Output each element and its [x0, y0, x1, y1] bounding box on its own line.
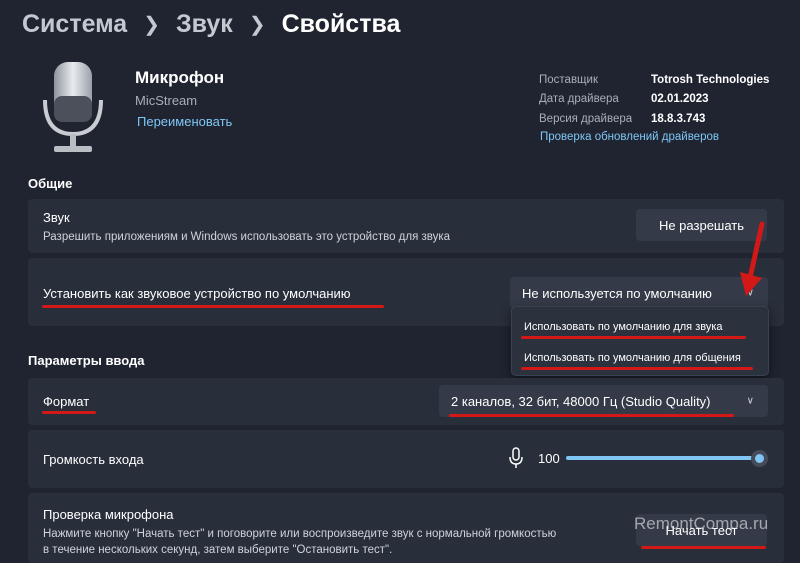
watermark: RemontCompa.ru: [634, 514, 769, 533]
annotation-underline: [641, 546, 766, 549]
mic-test-desc-line1: Нажмите кнопку "Начать тест" и поговорит…: [43, 528, 557, 540]
default-device-dropdown[interactable]: Не используется по умолчанию ∨: [510, 277, 768, 309]
volume-slider-thumb[interactable]: [751, 450, 768, 467]
volume-slider-track[interactable]: [566, 456, 762, 460]
default-device-title: Установить как звуковое устройство по ум…: [43, 286, 351, 301]
device-stream: MicStream: [135, 93, 198, 108]
format-selected: 2 каналов, 32 бит, 48000 Гц (Studio Qual…: [451, 393, 711, 409]
input-section-title: Параметры ввода: [28, 353, 145, 368]
microphone-icon: [43, 62, 103, 152]
format-dropdown[interactable]: 2 каналов, 32 бит, 48000 Гц (Studio Qual…: [439, 385, 768, 417]
breadcrumb-sound[interactable]: Звук: [176, 10, 233, 39]
breadcrumb: Система ❯ Звук ❯ Свойства: [22, 10, 400, 39]
sound-title: Звук: [43, 210, 70, 225]
vendor-label: Поставщик: [539, 73, 598, 86]
default-device-menu: Использовать по умолчанию для звука Испо…: [511, 306, 769, 376]
chevron-right-icon: ❯: [248, 14, 266, 36]
volume-value: 100: [538, 451, 560, 466]
sound-desc: Разрешить приложениям и Windows использо…: [43, 231, 451, 243]
driver-version-label: Версия драйвера: [539, 112, 633, 125]
annotation-underline: [449, 414, 734, 417]
driver-version-value: 18.8.3.743: [651, 112, 706, 125]
volume-title: Громкость входа: [43, 452, 144, 467]
annotation-underline: [521, 367, 753, 370]
sound-card: Звук Разрешить приложениям и Windows исп…: [28, 199, 784, 253]
driver-info: Поставщик Totrosh Technologies Дата драйв…: [539, 70, 769, 143]
annotation-arrow-icon: [740, 221, 765, 296]
driver-date-label: Дата драйвера: [539, 93, 619, 106]
menu-item-default-sound[interactable]: Использовать по умолчанию для звука: [524, 321, 723, 333]
chevron-down-icon: ∨: [746, 395, 754, 407]
general-section-title: Общие: [28, 176, 73, 191]
driver-update-link[interactable]: Проверка обновлений драйверов: [540, 131, 769, 143]
annotation-underline: [42, 411, 96, 414]
chevron-right-icon: ❯: [143, 14, 160, 36]
rename-link[interactable]: Переименовать: [137, 114, 232, 129]
page-title: Свойства: [281, 10, 401, 38]
default-device-selected: Не используется по умолчанию: [522, 285, 712, 301]
breadcrumb-system[interactable]: Система: [22, 10, 127, 39]
format-title: Формат: [43, 394, 90, 409]
mic-test-desc-line2: в течение нескольких секунд, затем выбер…: [43, 544, 393, 556]
device-name: Микрофон: [135, 68, 225, 87]
annotation-underline: [521, 336, 746, 339]
mic-test-title: Проверка микрофона: [43, 507, 174, 522]
annotation-underline: [42, 305, 384, 308]
vendor-value: Totrosh Technologies: [651, 73, 770, 86]
menu-item-default-communication[interactable]: Использовать по умолчанию для общения: [524, 352, 741, 364]
microphone-small-icon: [509, 447, 523, 468]
driver-date-value: 02.01.2023: [651, 93, 709, 106]
